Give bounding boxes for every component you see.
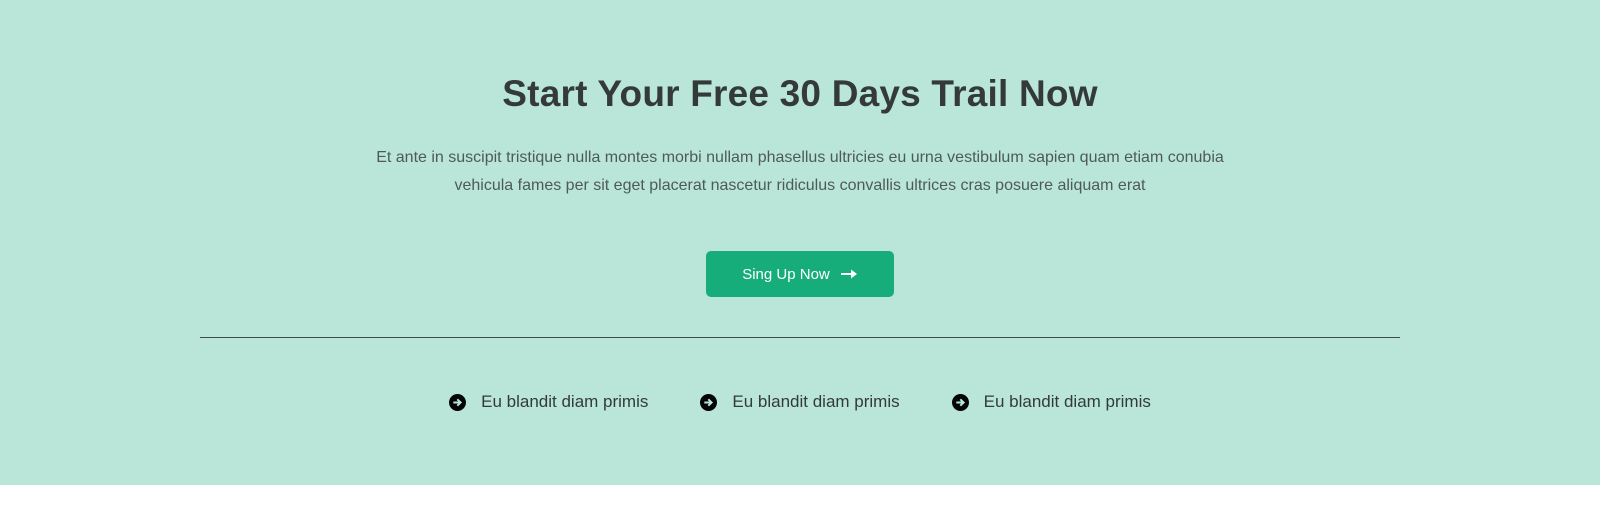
sign-up-button-label: Sing Up Now [742,265,830,283]
cta-title: Start Your Free 30 Days Trail Now [502,73,1098,114]
cta-section: Start Your Free 30 Days Trail Now Et ant… [0,0,1600,485]
arrow-circle-right-icon [449,393,467,411]
cta-description: Et ante in suscipit tristique nulla mont… [376,149,1224,194]
feature-item: Eu blandit diam primis [449,390,648,414]
feature-item: Eu blandit diam primis [951,390,1151,414]
arrow-right-icon [840,268,858,280]
feature-label: Eu blandit diam primis [481,392,649,411]
feature-item: Eu blandit diam primis [700,390,900,414]
section-divider [200,337,1400,338]
sign-up-button[interactable]: Sing Up Now [706,251,894,297]
arrow-circle-right-icon [951,393,969,411]
feature-list: Eu blandit diam primis Eu blandit diam p… [0,390,1600,414]
arrow-circle-right-icon [700,393,718,411]
feature-label: Eu blandit diam primis [983,392,1151,411]
feature-label: Eu blandit diam primis [732,392,900,411]
